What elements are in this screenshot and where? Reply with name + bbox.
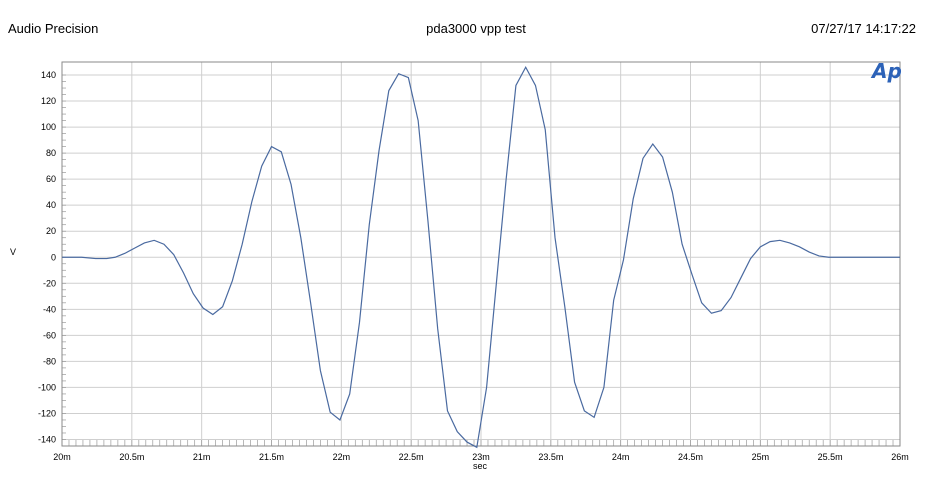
x-tick-label: 22m bbox=[333, 452, 351, 462]
y-tick-labels: 140 120 100 80 60 40 20 0 -20 -40 -60 -80 -100 -120 -1… bbox=[38, 70, 56, 444]
y-tick-label: -20 bbox=[43, 278, 56, 288]
y-tick-label: -40 bbox=[43, 304, 56, 314]
ap-logo: Ap bbox=[870, 59, 902, 83]
grid-lines bbox=[61, 62, 901, 446]
y-tick-label: 140 bbox=[41, 70, 56, 80]
x-tick-label: 24.5m bbox=[678, 452, 703, 462]
x-tick-label: 26m bbox=[891, 452, 909, 462]
y-tick-label: 120 bbox=[41, 96, 56, 106]
y-tick-label: 20 bbox=[46, 226, 56, 236]
y-tick-label: -80 bbox=[43, 356, 56, 366]
chart: 140 120 100 80 60 40 20 0 -20 -40 -60 -80 -100 -120 -1… bbox=[10, 59, 909, 471]
x-tick-label: 24m bbox=[612, 452, 630, 462]
y-tick-label: 100 bbox=[41, 122, 56, 132]
x-tick-label: 22.5m bbox=[399, 452, 424, 462]
x-tick-label: 21.5m bbox=[259, 452, 284, 462]
y-tick-label: 0 bbox=[51, 252, 56, 262]
y-tick-label: -120 bbox=[38, 408, 56, 418]
x-tick-label: 21m bbox=[193, 452, 211, 462]
x-tick-label: 20.5m bbox=[119, 452, 144, 462]
x-tick-label: 25.5m bbox=[818, 452, 843, 462]
x-tick-label: 25m bbox=[752, 452, 770, 462]
x-tick-label: 23.5m bbox=[538, 452, 563, 462]
y-axis-label: V bbox=[10, 247, 16, 257]
x-tick-label: 20m bbox=[53, 452, 71, 462]
x-axis-label: sec bbox=[473, 461, 488, 471]
y-tick-label: 80 bbox=[46, 148, 56, 158]
y-tick-label: 60 bbox=[46, 174, 56, 184]
y-tick-label: -140 bbox=[38, 434, 56, 444]
y-tick-label: 40 bbox=[46, 200, 56, 210]
y-tick-label: -60 bbox=[43, 330, 56, 340]
y-tick-label: -100 bbox=[38, 382, 56, 392]
